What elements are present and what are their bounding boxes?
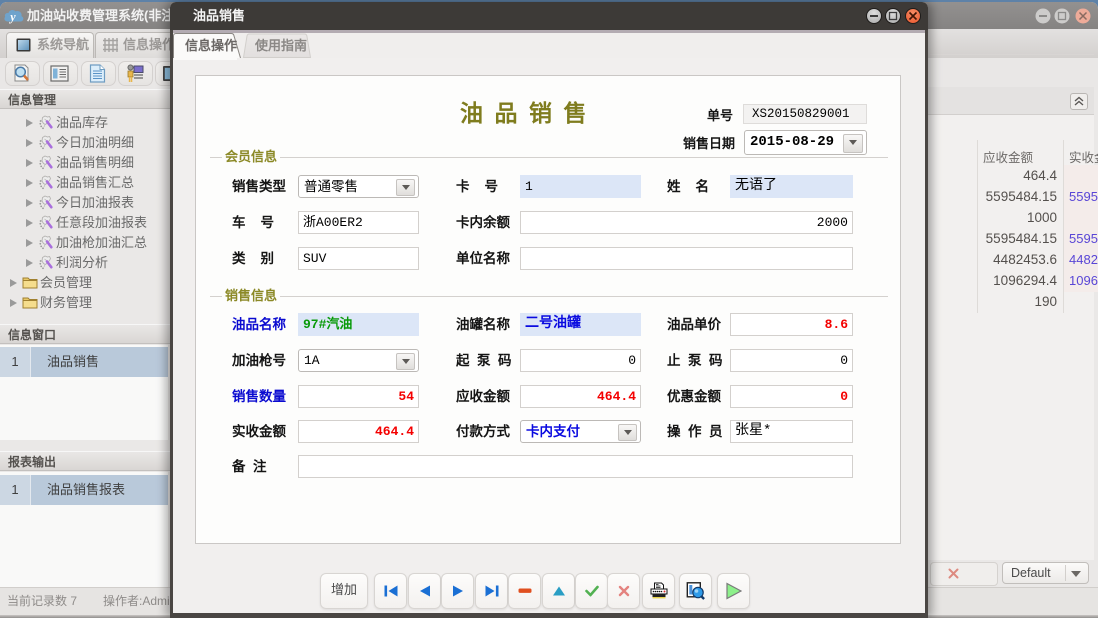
svg-text:y: y [8, 10, 16, 24]
